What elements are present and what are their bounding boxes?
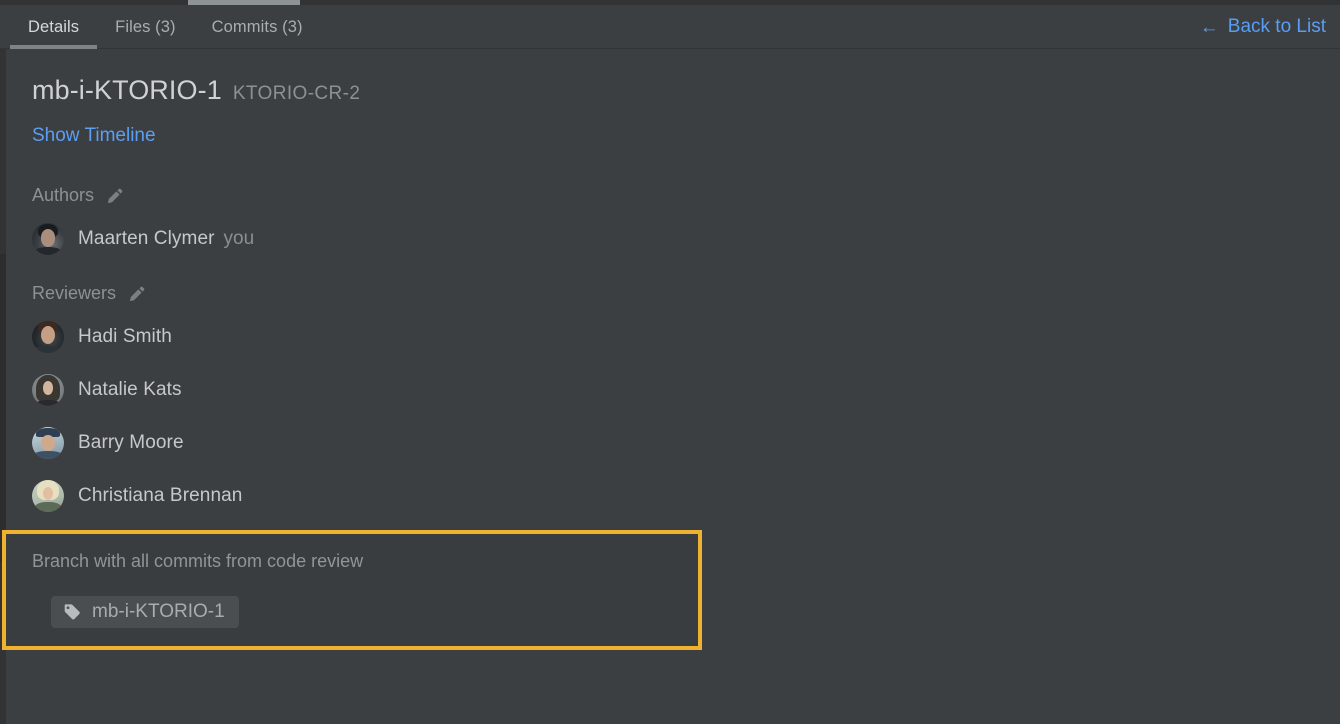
show-timeline-link[interactable]: Show Timeline: [32, 125, 156, 147]
pencil-icon[interactable]: [128, 285, 146, 303]
branch-section-label: Branch with all commits from code review: [32, 551, 364, 571]
tag-icon: [63, 603, 81, 621]
reviewers-section-header: Reviewers: [32, 283, 146, 304]
reviewer-name: Hadi Smith: [78, 326, 172, 347]
review-key: KTORIO-CR-2: [232, 83, 361, 104]
show-timeline-label: Show Timeline: [32, 125, 156, 146]
author-row[interactable]: Maarten Clymer you: [32, 223, 254, 255]
tab-bar: Details Files (3) Commits (3) ← Back to …: [0, 5, 1340, 49]
reviewers-section-label: Reviewers: [32, 283, 117, 303]
tab-details[interactable]: Details: [10, 5, 98, 49]
tab-list: Details Files (3) Commits (3): [10, 5, 321, 49]
avatar: [32, 374, 64, 406]
avatar: [32, 321, 64, 353]
reviewer-name: Barry Moore: [78, 432, 184, 453]
reviewer-row[interactable]: Natalie Kats: [32, 374, 182, 406]
details-content: mb-i-KTORIO-1 KTORIO-CR-2 Show Timeline …: [2, 49, 1340, 724]
authors-section-header: Authors: [32, 185, 124, 206]
reviewer-name: Christiana Brennan: [78, 485, 243, 506]
author-you-badge: you: [223, 228, 255, 249]
reviewer-row[interactable]: Christiana Brennan: [32, 480, 242, 512]
reviewer-row[interactable]: Barry Moore: [32, 427, 184, 459]
avatar: [32, 223, 64, 255]
author-name: Maarten Clymer: [78, 228, 215, 249]
pencil-icon[interactable]: [106, 187, 124, 205]
tab-commits-label: Commits (3): [211, 17, 303, 36]
branch-highlight-box: [2, 530, 702, 650]
avatar: [32, 427, 64, 459]
code-review-details-panel: Details Files (3) Commits (3) ← Back to …: [0, 0, 1340, 724]
tab-details-label: Details: [28, 17, 80, 36]
branch-chip[interactable]: mb-i-KTORIO-1: [51, 596, 239, 628]
back-to-list-label: Back to List: [1227, 16, 1326, 37]
tab-commits[interactable]: Commits (3): [194, 5, 321, 49]
tab-files[interactable]: Files (3): [97, 5, 194, 49]
authors-section-label: Authors: [32, 185, 95, 205]
reviewer-name: Natalie Kats: [78, 379, 182, 400]
review-title-row: mb-i-KTORIO-1 KTORIO-CR-2: [32, 75, 360, 106]
arrow-left-icon: ←: [1199, 16, 1219, 38]
back-to-list-button[interactable]: ← Back to List: [1200, 5, 1326, 49]
branch-chip-label: mb-i-KTORIO-1: [92, 601, 225, 622]
page-title: mb-i-KTORIO-1: [32, 75, 222, 105]
reviewer-row[interactable]: Hadi Smith: [32, 321, 172, 353]
tab-files-label: Files (3): [115, 17, 176, 36]
avatar: [32, 480, 64, 512]
